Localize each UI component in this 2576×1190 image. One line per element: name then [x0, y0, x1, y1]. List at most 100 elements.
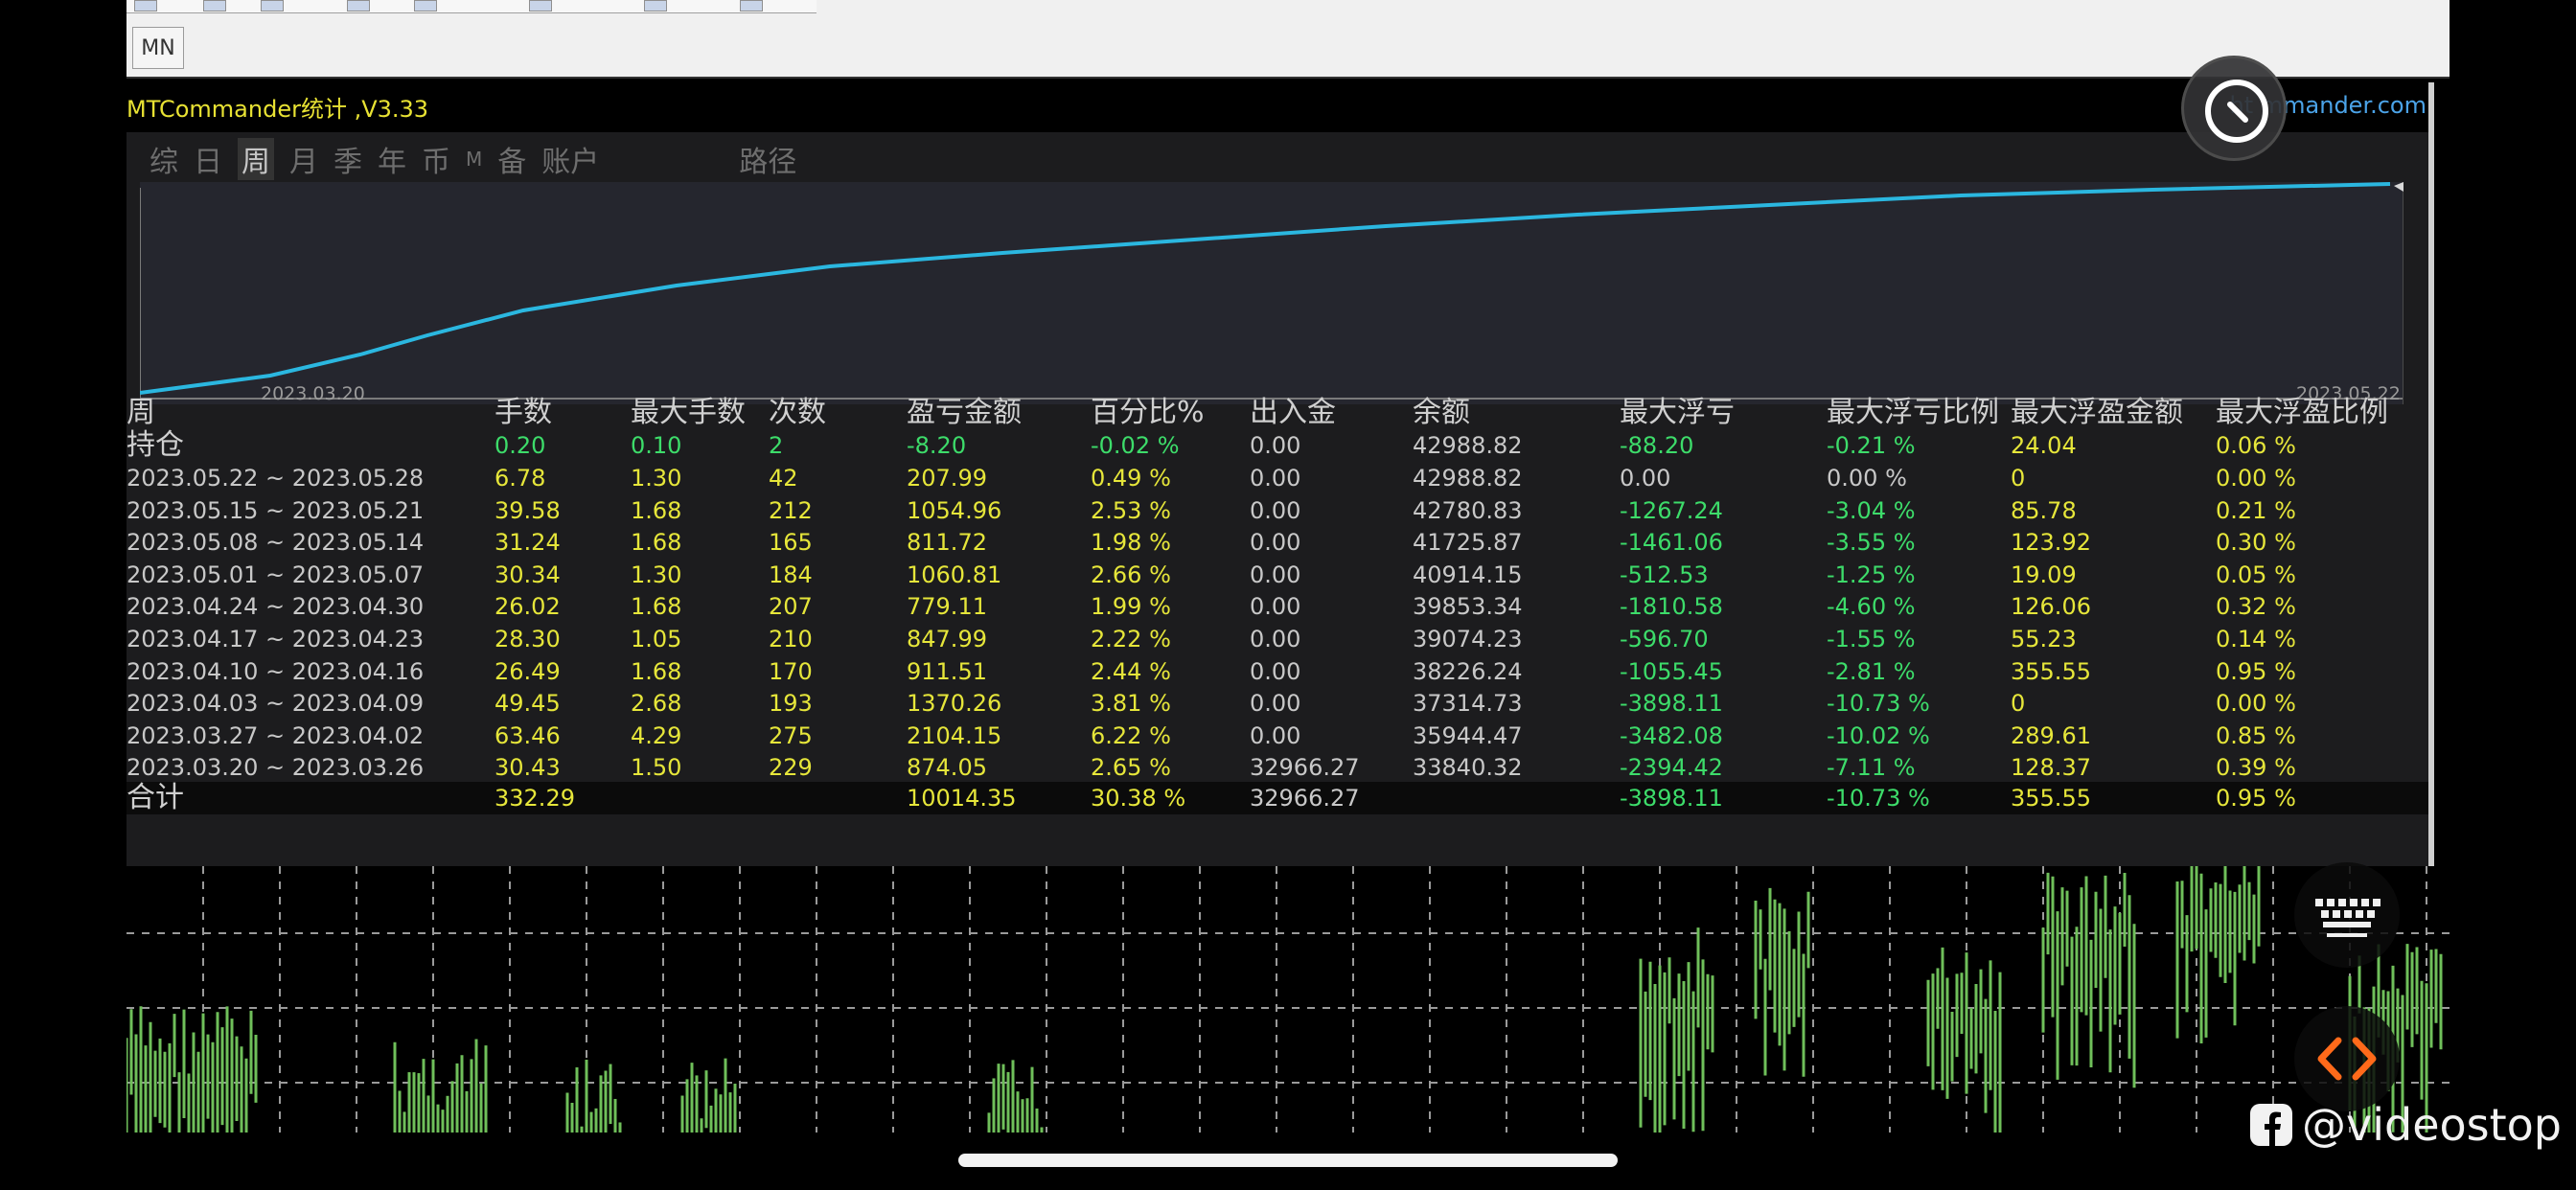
column-header[interactable]: 出入金: [1250, 397, 1336, 429]
column-header[interactable]: 次数: [769, 397, 826, 429]
cell-lots: 332.29: [494, 785, 575, 812]
cell-period: 2023.05.01 ~ 2023.05.07: [126, 561, 425, 588]
column-header[interactable]: 余额: [1413, 397, 1470, 429]
cell-flow: 32966.27: [1250, 754, 1360, 782]
keyboard-button[interactable]: [2294, 862, 2400, 968]
cell-pnl: 1060.81: [907, 561, 1002, 588]
cell-count: 170: [769, 657, 813, 685]
toolbar-button[interactable]: [414, 0, 437, 11]
cell-max-dd: -596.70: [1620, 626, 1709, 652]
panel-header: MTCommander统计 ,V3.33 ht mmander.com: [126, 82, 2428, 132]
cell-max-fp: 19.09: [2011, 561, 2077, 588]
cell-max-dd-pct: -10.73 %: [1827, 690, 1930, 718]
facebook-icon: [2250, 1104, 2292, 1146]
watermark-text: @videostop: [2302, 1099, 2562, 1151]
table-row[interactable]: 2023.04.10 ~ 2023.04.16 26.49 1.68 170 911.5…: [126, 655, 2428, 688]
tab-4[interactable]: 季: [334, 138, 362, 180]
table-row[interactable]: 2023.04.17 ~ 2023.04.23 28.30 1.05 210 847.9…: [126, 623, 2428, 655]
cell-pnl: 1054.96: [907, 496, 1002, 524]
toolbar: MN: [126, 0, 2450, 79]
cell-lots: 6.78: [494, 465, 546, 492]
cell-lots: 26.02: [494, 593, 561, 621]
tab-8[interactable]: 备: [497, 138, 526, 180]
cell-max-lots: 1.68: [631, 496, 682, 524]
cell-balance: 38226.24: [1413, 657, 1523, 685]
cell-max-dd-pct: -4.60 %: [1827, 593, 1916, 621]
toolbar-button[interactable]: [203, 0, 226, 11]
cell-pnl: 811.72: [907, 529, 987, 557]
toolbar-button[interactable]: [644, 0, 667, 11]
cell-max-fp-pct: 0.00 %: [2216, 465, 2296, 492]
cell-max-lots: 1.68: [631, 529, 682, 557]
table-row[interactable]: 2023.05.15 ~ 2023.05.21 39.58 1.68 212 1054.…: [126, 494, 2428, 527]
cell-pnl: 911.51: [907, 657, 987, 685]
column-header[interactable]: 手数: [494, 397, 552, 429]
column-header[interactable]: 最大手数: [631, 397, 746, 429]
cell-period: 2023.04.24 ~ 2023.04.30: [126, 593, 425, 621]
cell-max-dd: -1055.45: [1620, 657, 1723, 685]
tab-7[interactable]: M: [466, 148, 482, 171]
toolbar-buttons-strip: [126, 0, 816, 13]
cell-flow: 0.00: [1250, 496, 1301, 524]
column-header[interactable]: 盈亏金额: [907, 397, 1022, 429]
cell-max-dd-pct: -3.55 %: [1827, 529, 1916, 557]
tab-10[interactable]: 路径: [739, 138, 796, 180]
column-header[interactable]: 周: [126, 397, 155, 429]
column-header[interactable]: 最大浮盈比例: [2216, 397, 2388, 429]
stats-panel-body: MTCommander统计 ,V3.33 ht mmander.com 综日周月…: [126, 82, 2428, 866]
tab-0[interactable]: 综: [150, 138, 178, 180]
tab-6[interactable]: 币: [422, 138, 450, 180]
panel-title: MTCommander统计 ,V3.33: [126, 96, 429, 123]
table-row[interactable]: 2023.05.01 ~ 2023.05.07 30.34 1.30 184 1060.…: [126, 559, 2428, 591]
cell-max-fp-pct: 0.95 %: [2216, 657, 2296, 685]
cell-balance: 40914.15: [1413, 561, 1523, 588]
tab-5[interactable]: 年: [378, 138, 406, 180]
cell-max-dd: -3898.11: [1620, 785, 1723, 812]
holding-row[interactable]: 持仓 0.20 0.10 2 -8.20 -0.02 % 0.00 42988.82 -88.2…: [126, 429, 2428, 462]
tab-9[interactable]: 账户: [541, 138, 599, 180]
total-row[interactable]: 合计 332.29 10014.35 30.38 % 32966.27 -3898.11 -…: [126, 782, 2428, 814]
cell-pnl: 207.99: [907, 465, 987, 492]
timeframe-mn-button[interactable]: MN: [132, 27, 184, 69]
cell-period: 2023.04.17 ~ 2023.04.23: [126, 626, 425, 652]
toolbar-button[interactable]: [134, 0, 157, 11]
cell-flow: 0.00: [1250, 657, 1301, 685]
compass-button[interactable]: [2181, 56, 2287, 161]
table-row[interactable]: 2023.03.20 ~ 2023.03.26 30.43 1.50 229 874.0…: [126, 751, 2428, 784]
cell-period: 2023.04.10 ~ 2023.04.16: [126, 657, 425, 685]
table-row[interactable]: 2023.03.27 ~ 2023.04.02 63.46 4.29 275 2104.…: [126, 720, 2428, 752]
cell-lots: 30.43: [494, 754, 561, 782]
cell-pnl: -8.20: [907, 432, 967, 459]
cell-max-lots: 1.50: [631, 754, 682, 782]
table-row[interactable]: 2023.05.22 ~ 2023.05.28 6.78 1.30 42 207.99 0…: [126, 462, 2428, 494]
toolbar-button[interactable]: [740, 0, 763, 11]
cell-pct: 0.49 %: [1091, 465, 1171, 492]
toolbar-button[interactable]: [261, 0, 284, 11]
cell-max-dd: -3482.08: [1620, 721, 1723, 749]
toolbar-button[interactable]: [529, 0, 552, 11]
table-row[interactable]: 2023.05.08 ~ 2023.05.14 31.24 1.68 165 811.7…: [126, 526, 2428, 559]
cell-lots: 31.24: [494, 529, 561, 557]
cell-flow: 0.00: [1250, 432, 1301, 459]
tab-2[interactable]: 周: [238, 138, 274, 180]
column-header[interactable]: 百分比%: [1091, 397, 1205, 429]
home-indicator[interactable]: [958, 1154, 1618, 1167]
cell-flow: 0.00: [1250, 593, 1301, 621]
column-header[interactable]: 最大浮亏: [1620, 397, 1735, 429]
table-row[interactable]: 2023.04.03 ~ 2023.04.09 49.45 2.68 193 1370.…: [126, 687, 2428, 720]
column-header[interactable]: 最大浮盈金额: [2011, 397, 2183, 429]
cell-count: 229: [769, 754, 813, 782]
tab-3[interactable]: 月: [289, 138, 318, 180]
cell-pct: 3.81 %: [1091, 690, 1171, 718]
cell-lots: 26.49: [494, 657, 561, 685]
cell-period: 2023.05.08 ~ 2023.05.14: [126, 529, 425, 557]
toolbar-button[interactable]: [347, 0, 370, 11]
column-header[interactable]: 最大浮亏比例: [1827, 397, 1999, 429]
tab-1[interactable]: 日: [194, 138, 222, 180]
table-header: 周 手数 最大手数 次数 盈亏金额 百分比% 出入金 余额 最大浮亏 最大浮亏比例 最大浮盈金额 最大…: [126, 397, 2428, 429]
cell-count: 193: [769, 690, 813, 718]
cell-flow: 0.00: [1250, 529, 1301, 557]
cell-flow: 0.00: [1250, 690, 1301, 718]
table-row[interactable]: 2023.04.24 ~ 2023.04.30 26.02 1.68 207 779.1…: [126, 590, 2428, 623]
cell-max-dd-pct: -2.81 %: [1827, 657, 1916, 685]
